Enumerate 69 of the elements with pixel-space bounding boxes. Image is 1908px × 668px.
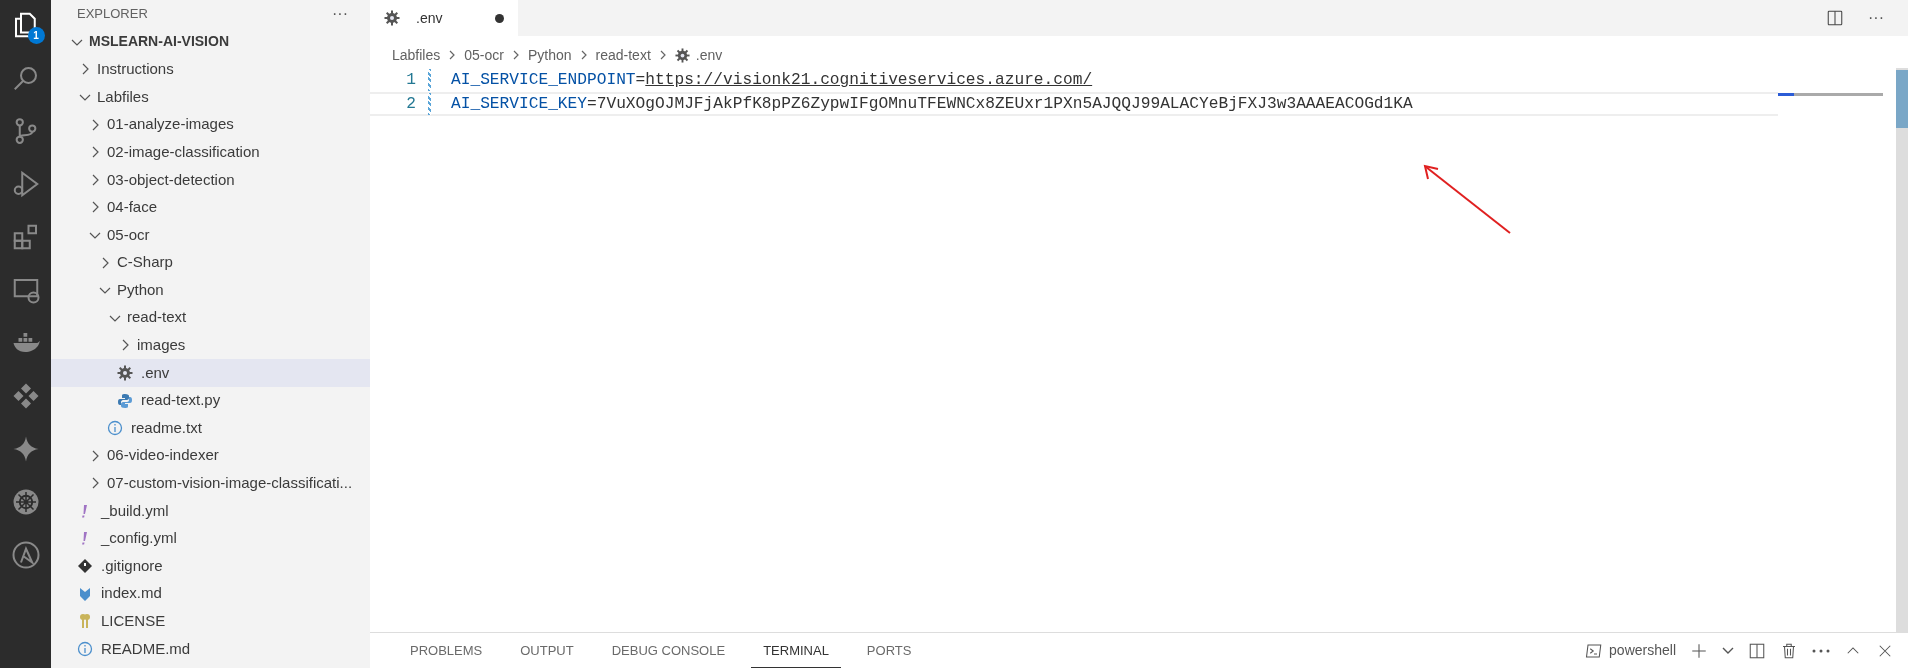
panel-tab[interactable]: OUTPUT: [508, 633, 586, 668]
split-terminal-button[interactable]: [1748, 641, 1766, 660]
code-line: AI_SERVICE_ENDPOINT=https://visionk21.cognitiveservices.azure.com/: [451, 69, 1093, 91]
change-marker: [428, 69, 431, 91]
info-icon: [107, 420, 123, 437]
split-editor-button[interactable]: [1826, 9, 1844, 27]
sidebar-title: EXPLORER: [77, 5, 148, 24]
key-icon: [77, 613, 93, 630]
tree-item[interactable]: README.md: [51, 635, 370, 663]
tree-item[interactable]: LICENSE: [51, 607, 370, 636]
more-button[interactable]: ···: [332, 2, 348, 26]
tree-item[interactable]: C-Sharp: [51, 248, 370, 277]
tree-item[interactable]: 06-video-indexer: [51, 441, 370, 470]
plus-icon: [1690, 641, 1708, 660]
tree-item[interactable]: _config.yml: [51, 524, 370, 553]
trash-icon: [1780, 641, 1798, 660]
tree-item[interactable]: read-text.py: [51, 386, 370, 415]
tree-item[interactable]: readme.txt: [51, 414, 370, 442]
dropdown-button[interactable]: [1722, 647, 1734, 654]
info-icon: [77, 640, 93, 657]
more-button[interactable]: [1812, 648, 1830, 653]
tree-item[interactable]: Labfiles: [51, 83, 370, 111]
editor-tab[interactable]: .env: [370, 0, 518, 36]
breadcrumb-item[interactable]: Python: [527, 44, 572, 66]
panel-tab[interactable]: PORTS: [854, 633, 924, 668]
down-arrow-icon: [77, 585, 93, 602]
tree-item[interactable]: images: [51, 331, 370, 360]
terminal-icon: [1585, 641, 1604, 660]
tree-item[interactable]: 05-ocr: [51, 221, 370, 249]
change-marker: [428, 93, 431, 115]
notification-badge: 1: [27, 27, 45, 44]
breadcrumb-item[interactable]: 05-ocr: [464, 44, 504, 66]
tree-item[interactable]: Instructions: [51, 55, 370, 84]
gear-icon: [674, 47, 690, 63]
line-number: 2: [405, 93, 417, 115]
delete-button[interactable]: [1780, 641, 1798, 660]
tree-item[interactable]: index.md: [51, 579, 370, 608]
gear-icon: [384, 10, 400, 26]
breadcrumb-item[interactable]: .env: [695, 44, 723, 66]
new-terminal-button[interactable]: [1690, 641, 1708, 660]
panel-tab[interactable]: PROBLEMS: [398, 633, 495, 668]
scrollbar[interactable]: [1896, 68, 1908, 632]
chevron-icon: [1722, 647, 1734, 654]
more-icon: [1812, 648, 1830, 653]
diamond-icon: [77, 558, 93, 575]
tree-item[interactable]: .env: [51, 359, 370, 387]
tree-item[interactable]: read-text: [51, 303, 370, 332]
tree-item[interactable]: 04-face: [51, 193, 370, 222]
tree-item[interactable]: 03-object-detection: [51, 165, 370, 194]
tree-item[interactable]: Python: [51, 276, 370, 304]
more-button[interactable]: ···: [1868, 6, 1884, 30]
breadcrumb-item[interactable]: read-text: [595, 44, 651, 66]
terminal-selector[interactable]: powershell: [1585, 640, 1676, 661]
tree-item[interactable]: MSLEARN-AI-VISION: [51, 28, 370, 56]
tree-item[interactable]: 02-image-classification: [51, 138, 370, 166]
a-circle-icon[interactable]: [10, 540, 41, 570]
panel-tab[interactable]: DEBUG CONSOLE: [599, 633, 738, 668]
tree-item[interactable]: _build.yml: [51, 497, 370, 525]
breadcrumb-item[interactable]: Labfiles: [392, 44, 441, 66]
split-icon: [1748, 641, 1766, 660]
panel-tab[interactable]: TERMINAL: [751, 633, 841, 668]
tree-item[interactable]: 07-custom-vision-image-classificati...: [51, 469, 370, 498]
tree-item[interactable]: .gitignore: [51, 552, 370, 580]
tree-item[interactable]: 01-analyze-images: [51, 110, 370, 139]
split-icon: [1826, 9, 1844, 27]
python-icon: [117, 392, 133, 409]
gear-icon: [117, 364, 133, 381]
line-number: 1: [405, 69, 417, 91]
code-line: AI_SERVICE_KEY=7VuXOgOJMJFjAkPfK8pPZ6ZypwIFgOMnuTFEWNCx8ZEUxr1PXn5AJQQJ99ALACYeBjFXJ3w3AAAEACOGd1KA: [451, 93, 1413, 115]
